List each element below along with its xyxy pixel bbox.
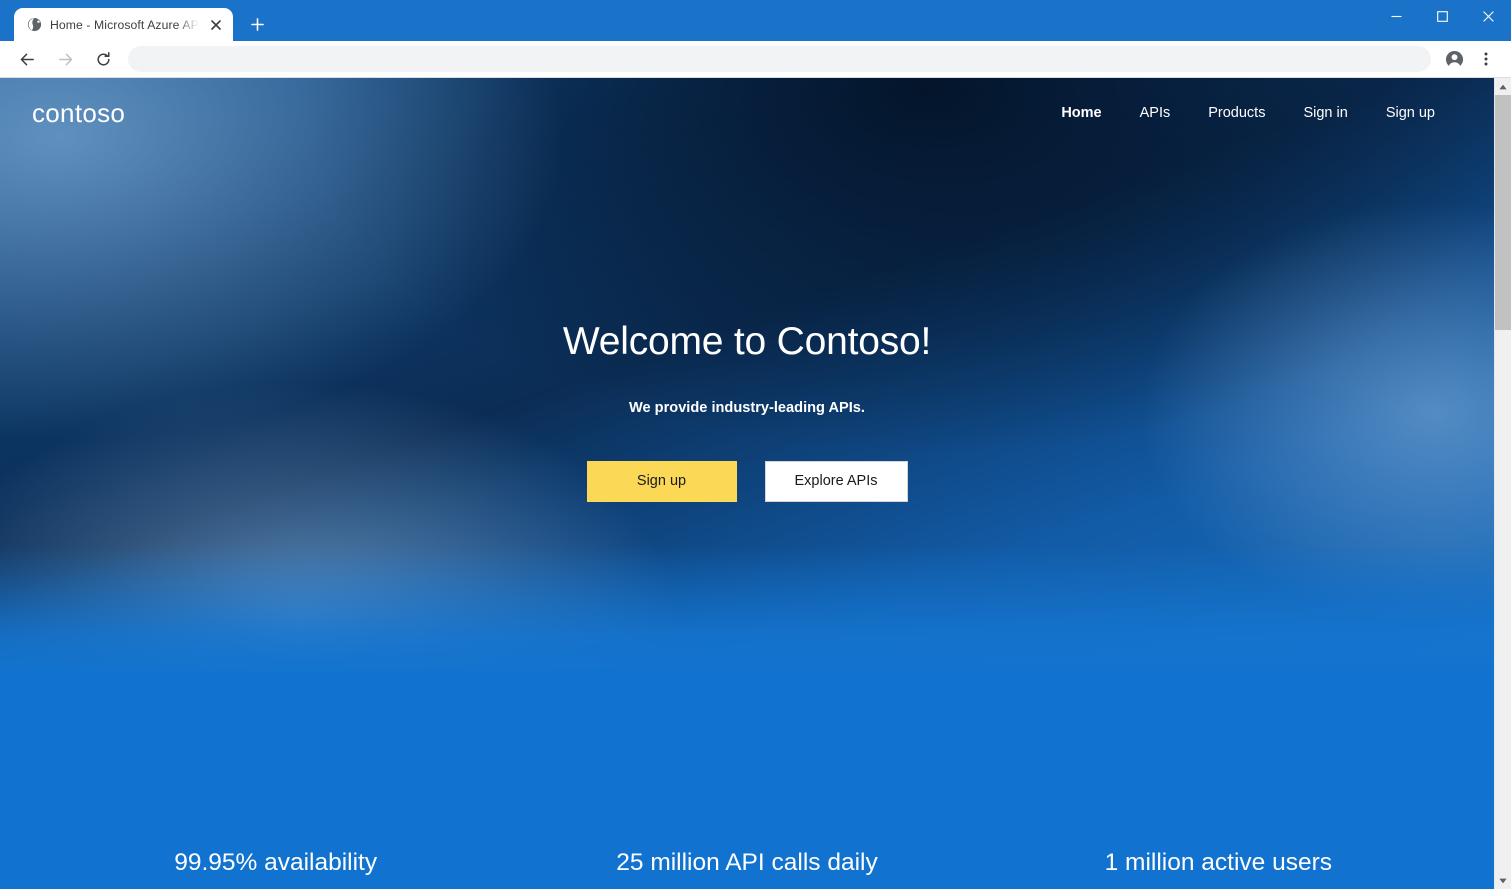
close-tab-icon[interactable] <box>207 16 225 34</box>
hero-cta-group: Sign up Explore APIs <box>0 460 1494 502</box>
profile-avatar-icon[interactable] <box>1439 44 1469 74</box>
hero-title: Welcome to Contoso! <box>562 320 932 363</box>
back-button-icon[interactable] <box>11 43 43 75</box>
scrollbar-track[interactable] <box>1495 95 1511 872</box>
stat-value: 99.95% availability <box>174 849 378 876</box>
browser-toolbar <box>0 41 1511 78</box>
nav-item-products[interactable]: Products <box>1189 99 1284 127</box>
maximize-button[interactable] <box>1419 0 1465 32</box>
page-scrollbar[interactable] <box>1494 78 1511 889</box>
address-bar-input[interactable] <box>128 46 1431 72</box>
site-logo[interactable]: contoso <box>32 100 125 126</box>
scroll-up-arrow-icon[interactable] <box>1495 78 1511 95</box>
nav-item-sign-up[interactable]: Sign up <box>1367 99 1454 127</box>
page-viewport: contoso Home APIs Products Sign in Sign … <box>0 78 1511 889</box>
browser-titlebar: Home - Microsoft Azure API Man <box>0 0 1511 41</box>
contoso-developer-portal: contoso Home APIs Products Sign in Sign … <box>0 78 1494 889</box>
hero-subtitle: We provide industry-leading APIs. <box>629 399 865 416</box>
window-controls <box>1373 0 1511 32</box>
close-window-button[interactable] <box>1465 0 1511 32</box>
stats-section: 99.95% availability Our APIs can be used… <box>0 848 1494 889</box>
scroll-down-arrow-icon[interactable] <box>1495 872 1511 889</box>
globe-icon <box>26 17 42 33</box>
stat-value: 1 million active users <box>1104 849 1333 876</box>
nav-item-home[interactable]: Home <box>1042 99 1120 127</box>
stat-value: 25 million API calls daily <box>616 849 878 876</box>
nav-item-sign-in[interactable]: Sign in <box>1284 99 1366 127</box>
reload-button-icon[interactable] <box>87 43 119 75</box>
browser-menu-icon[interactable] <box>1471 44 1501 74</box>
sign-up-button[interactable]: Sign up <box>586 460 737 502</box>
nav-item-apis[interactable]: APIs <box>1121 99 1190 127</box>
primary-navigation: Home APIs Products Sign in Sign up <box>1042 99 1462 127</box>
toolbar-right-icons <box>1439 44 1503 74</box>
forward-button-icon <box>49 43 81 75</box>
explore-apis-button[interactable]: Explore APIs <box>764 460 908 502</box>
browser-window: Home - Microsoft Azure API Man <box>0 0 1511 889</box>
browser-tab[interactable]: Home - Microsoft Azure API Man <box>14 8 233 41</box>
minimize-button[interactable] <box>1373 0 1419 32</box>
tab-title: Home - Microsoft Azure API Man <box>50 17 199 32</box>
tab-strip: Home - Microsoft Azure API Man <box>0 0 271 41</box>
scrollbar-thumb[interactable] <box>1495 95 1511 330</box>
site-header: contoso Home APIs Products Sign in Sign … <box>0 78 1494 148</box>
stat-item: 99.95% availability Our APIs can be used… <box>40 848 511 889</box>
new-tab-button[interactable] <box>243 10 271 38</box>
stat-item: 25 million API calls daily Our APIs defi… <box>511 848 982 889</box>
stat-item: 1 million active users Millions of peopl… <box>983 848 1454 889</box>
